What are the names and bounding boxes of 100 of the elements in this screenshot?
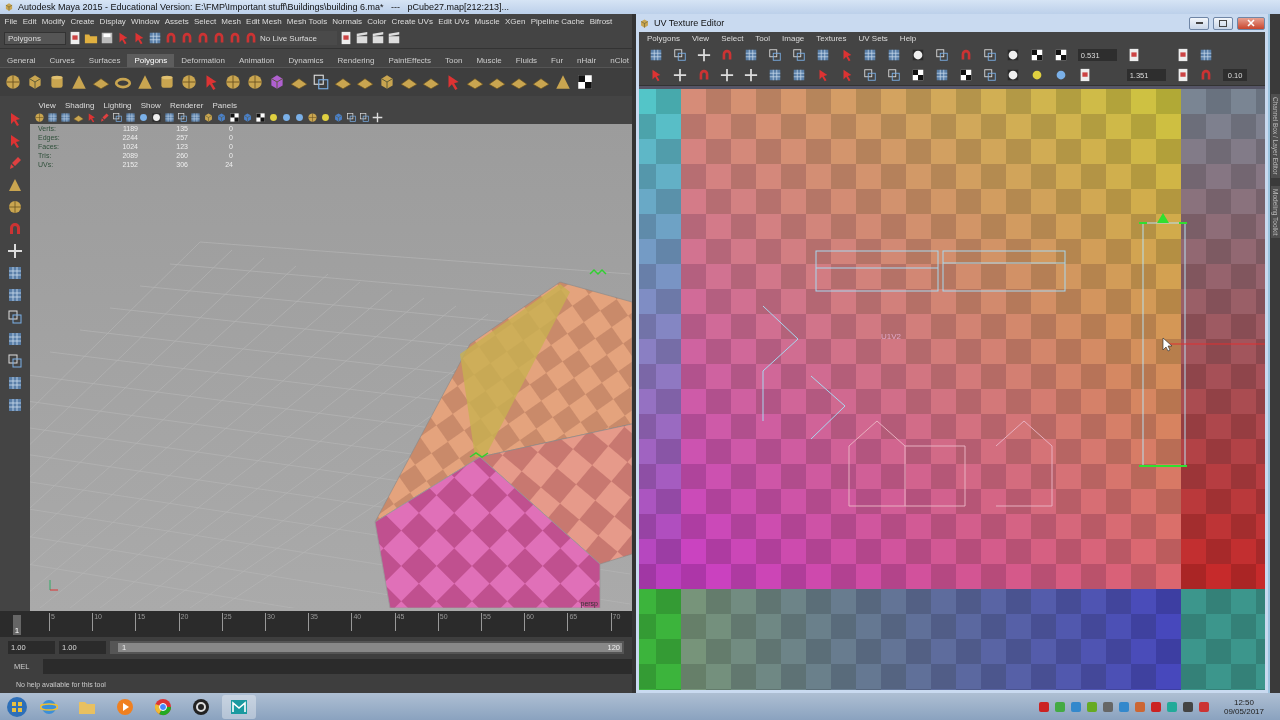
menu-item[interactable]: UV Sets — [852, 34, 894, 43]
menu-item[interactable]: Create — [67, 16, 97, 26]
checker-icon[interactable] — [576, 73, 594, 91]
menu-item[interactable]: File — [2, 16, 21, 26]
cone-icon[interactable] — [70, 73, 88, 91]
live-surface-field[interactable]: No Live Surface — [260, 31, 337, 45]
grid-icon[interactable] — [7, 265, 23, 281]
menu-item[interactable]: Create UVs — [389, 16, 436, 26]
squares-icon[interactable] — [791, 48, 806, 62]
panel-menu-item[interactable]: Shading — [62, 100, 97, 110]
checker-icon[interactable] — [229, 112, 240, 123]
clapper-icon[interactable] — [354, 31, 369, 45]
grid-icon[interactable] — [791, 68, 806, 82]
menu-item[interactable]: Select — [715, 34, 750, 43]
selected-uv-shell[interactable] — [1138, 213, 1188, 467]
squares-icon[interactable] — [7, 309, 23, 325]
dot-icon[interactable] — [320, 112, 331, 123]
grid-icon[interactable] — [649, 48, 663, 62]
panel-menu-item[interactable]: Lighting — [100, 100, 135, 110]
grid-icon[interactable] — [7, 375, 23, 391]
tray-icon[interactable] — [1037, 700, 1050, 713]
panel-menu-item[interactable]: Renderer — [167, 100, 206, 110]
restore-button[interactable] — [1213, 16, 1233, 30]
menu-item[interactable]: Tool — [749, 34, 777, 43]
panel-menu-item[interactable]: Panels — [209, 100, 240, 110]
cross-icon[interactable] — [720, 68, 735, 82]
swatch-icon[interactable] — [151, 112, 162, 123]
cross-icon[interactable] — [7, 243, 23, 259]
menu-item[interactable]: Polygons — [641, 34, 686, 43]
grid-icon[interactable] — [934, 68, 949, 82]
squares-icon[interactable] — [112, 112, 123, 123]
grid-icon[interactable] — [7, 331, 23, 347]
swatch-icon[interactable] — [1006, 68, 1021, 82]
grid-icon[interactable] — [60, 112, 71, 123]
light-icon[interactable] — [294, 112, 305, 123]
cylinder-icon[interactable] — [158, 73, 176, 91]
menu-item[interactable]: Edit — [20, 16, 40, 26]
squares-icon[interactable] — [312, 73, 330, 91]
menu-item[interactable]: Edit Mesh — [243, 16, 285, 26]
menu-item[interactable]: Display — [97, 16, 129, 26]
menu-item[interactable]: Mesh — [218, 16, 244, 26]
start-button[interactable] — [6, 695, 28, 718]
range-slider-fill[interactable] — [118, 642, 622, 652]
menu-item[interactable]: Image — [776, 34, 811, 43]
light-icon[interactable] — [281, 112, 292, 123]
squares-icon[interactable] — [934, 48, 949, 62]
sphere-icon[interactable] — [7, 199, 23, 215]
squares-icon[interactable] — [359, 112, 370, 123]
menu-item[interactable]: Muscle — [471, 16, 503, 26]
cube-icon[interactable] — [26, 73, 44, 91]
squares-icon[interactable] — [346, 112, 357, 123]
checker-icon[interactable] — [1054, 48, 1069, 62]
tray-icon[interactable] — [1181, 700, 1194, 713]
cylinder-icon[interactable] — [48, 73, 66, 91]
squares-icon[interactable] — [7, 353, 23, 369]
menu-item[interactable]: Mesh Tools — [284, 16, 330, 26]
squares-icon[interactable] — [982, 48, 997, 62]
sphere-icon[interactable] — [224, 73, 242, 91]
grid-icon[interactable] — [47, 112, 58, 123]
menu-item[interactable]: Modify — [39, 16, 68, 26]
grid-icon[interactable] — [887, 48, 902, 62]
squares-icon[interactable] — [768, 48, 783, 62]
sphere-icon[interactable] — [246, 73, 264, 91]
swatch-icon[interactable] — [1006, 48, 1021, 62]
checker-icon[interactable] — [958, 68, 973, 82]
grid-icon[interactable] — [815, 48, 830, 62]
cube-icon[interactable] — [4, 2, 14, 12]
sphere-icon[interactable] — [180, 73, 198, 91]
cube-icon[interactable] — [203, 112, 214, 123]
checker-icon[interactable] — [255, 112, 266, 123]
close-button[interactable] — [1237, 16, 1265, 30]
squares-icon[interactable] — [863, 68, 878, 82]
menu-item[interactable]: Assets — [162, 16, 192, 26]
menu-item[interactable]: Normals — [329, 16, 365, 26]
minimize-button[interactable] — [1189, 16, 1209, 30]
sphere-icon[interactable] — [34, 112, 45, 123]
menu-item[interactable]: Textures — [810, 34, 853, 43]
menu-item[interactable]: Pipeline Cache — [528, 16, 588, 26]
cone-icon[interactable] — [7, 177, 23, 193]
squares-icon[interactable] — [887, 68, 902, 82]
squares-icon[interactable] — [982, 68, 997, 82]
panel-menu-item[interactable]: Show — [138, 100, 164, 110]
grid-icon[interactable] — [863, 48, 878, 62]
cross-icon[interactable] — [744, 68, 759, 82]
menu-item[interactable]: Help — [893, 34, 923, 43]
squares-icon[interactable] — [672, 48, 687, 62]
clapper-icon[interactable] — [386, 31, 401, 45]
grid-icon[interactable] — [125, 112, 136, 123]
grid-icon[interactable] — [768, 68, 783, 82]
grid-icon[interactable] — [190, 112, 201, 123]
grid-icon[interactable] — [1199, 48, 1214, 62]
cross-icon[interactable] — [672, 68, 687, 82]
page-icon[interactable] — [68, 31, 82, 45]
sphere-icon[interactable] — [307, 112, 318, 123]
sphere-icon[interactable] — [4, 73, 22, 91]
tray-icon[interactable] — [1101, 700, 1114, 713]
cone-icon[interactable] — [554, 73, 572, 91]
squares-icon[interactable] — [177, 112, 188, 123]
grid-icon[interactable] — [148, 31, 162, 45]
checker-icon[interactable] — [1030, 48, 1045, 62]
